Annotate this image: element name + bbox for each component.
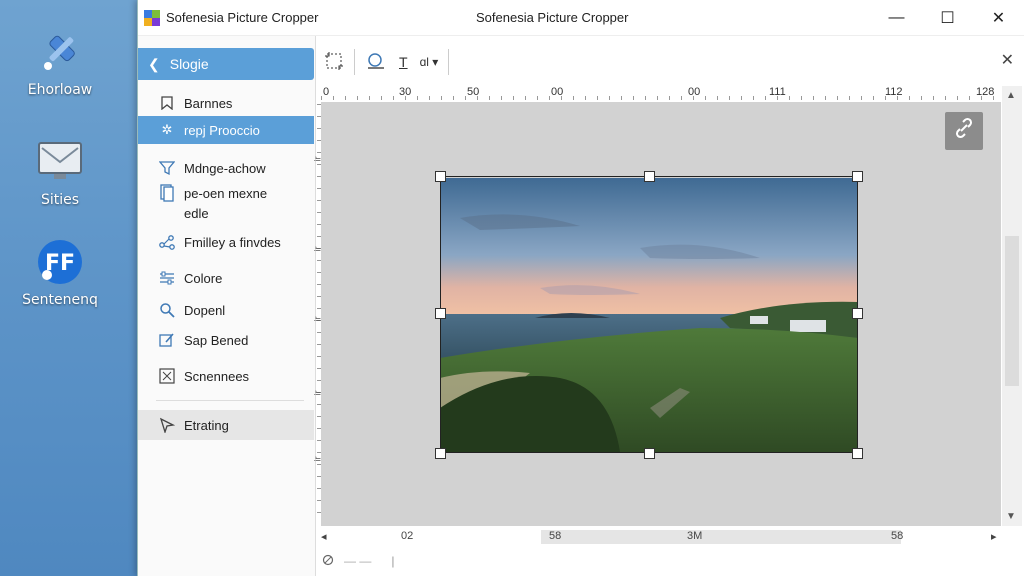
crop-handle-top-left[interactable] (435, 171, 446, 182)
ruler-tick: 58 (891, 530, 904, 542)
sidebar: ❮ Slogie Barnnes ✲ repj Prooccio Mdnge-a… (138, 36, 316, 576)
sidebar-item-repj-prooccio[interactable]: ✲ repj Prooccio (138, 116, 314, 144)
cursor-arrow-icon (156, 417, 178, 433)
chevron-left-icon: ❮ (148, 55, 160, 72)
sliders-icon (156, 270, 178, 286)
desktop-icon-sentenenq[interactable]: FF Sentenenq (18, 236, 102, 308)
scroll-left-icon[interactable]: ◂ (321, 530, 327, 543)
edit-icon (156, 332, 178, 348)
sidebar-item-label: Scnennees (184, 368, 250, 384)
toolbar: T ɑl ▾ ✕ (318, 36, 1024, 88)
toolbar-separator (354, 49, 355, 75)
desktop-icon-ehorloaw[interactable]: Ehorloaw (18, 26, 102, 98)
sidebar-item-sap-bened[interactable]: Sap Bened (138, 328, 314, 352)
rotate-tool-button[interactable]: ɑl ▾ (414, 47, 445, 77)
toolbar-separator (448, 49, 450, 75)
shape-tool-button[interactable] (359, 47, 393, 77)
settings-star-icon: ✲ (161, 122, 173, 137)
sidebar-item-barnnes[interactable]: Barnnes (138, 92, 314, 114)
sidebar-item-label-line2: edle (184, 206, 209, 221)
vertical-scrollbar[interactable]: ▲ ▼ (1002, 86, 1022, 526)
sidebar-item-etrating[interactable]: Etrating (138, 410, 314, 440)
text-tool-button[interactable]: T (393, 47, 414, 77)
share-icon (156, 234, 178, 250)
ruler-tick: 3M (687, 530, 703, 542)
sidebar-back-label: Slogie (169, 56, 209, 72)
ruler-top: 0 30 50 00 00 111 112 128 (321, 86, 1001, 100)
crop-handle-right[interactable] (852, 308, 863, 319)
sidebar-item-label: repj Prooccio (184, 122, 260, 138)
sidebar-item-label: Colore (184, 270, 223, 286)
sidebar-item-mdnge-achow[interactable]: Mdnge-achow (138, 156, 314, 180)
sidebar-item-pe-oen-mexne[interactable]: pe-oen mexne edle (138, 184, 314, 224)
app-icon (144, 9, 160, 26)
sidebar-item-label: Dopenl (184, 302, 226, 318)
sidebar-item-label: pe-oen mexne (184, 186, 268, 201)
crop-frame-icon (156, 368, 178, 384)
crop-handle-bottom-left[interactable] (435, 448, 446, 459)
sidebar-item-dopenl[interactable]: Dopenl (138, 298, 314, 322)
sidebar-item-label: Mdnge-achow (184, 160, 266, 176)
crop-tool-button[interactable] (318, 47, 350, 77)
ruler-tick: 02 (401, 530, 414, 542)
shape-tool-icon (365, 51, 387, 74)
magnifier-icon (156, 302, 178, 318)
sidebar-back-button[interactable]: ❮ Slogie (138, 48, 314, 80)
desktop-icon-sities[interactable]: Sities (18, 136, 102, 208)
document-icon (156, 184, 178, 202)
sidebar-item-colore[interactable]: Colore (138, 266, 314, 290)
ruler-tick: 58 (549, 530, 562, 542)
status-separator: | (391, 554, 395, 568)
window-controls: — ☐ ✕ (871, 0, 1024, 36)
app-name: Sofenesia Picture Cropper (166, 10, 319, 25)
tools-icon (34, 26, 86, 78)
sidebar-item-scnennees[interactable]: Scnennees (138, 364, 314, 388)
maximize-button[interactable]: ☐ (922, 0, 973, 36)
crop-handle-bottom[interactable] (644, 448, 655, 459)
crop-handle-left[interactable] (435, 308, 446, 319)
sidebar-item-label: Sap Bened (184, 332, 249, 348)
horizontal-scrollbar[interactable]: ◂ 02 58 3M 58 ▸ (321, 528, 1001, 546)
status-bar: — — | (318, 548, 1024, 574)
panel-close-button[interactable]: ✕ (1001, 50, 1014, 70)
settings-icon[interactable] (322, 554, 334, 569)
window-title: Sofenesia Picture Cropper (476, 10, 629, 25)
app-window: Sofenesia Picture Cropper Sofenesia Pict… (137, 0, 1024, 576)
scroll-right-icon[interactable]: ▸ (991, 530, 997, 543)
crop-handle-top-right[interactable] (852, 171, 863, 182)
sidebar-item-label: Barnnes (184, 95, 233, 111)
title-bar: Sofenesia Picture Cropper Sofenesia Pict… (138, 0, 1024, 36)
crop-tool-icon (324, 51, 344, 74)
bookmark-icon (156, 96, 178, 110)
app-logo-icon: FF (34, 236, 86, 288)
scroll-thumb-horizontal[interactable] (541, 530, 901, 544)
sidebar-item-fmilley[interactable]: Fmilley a finvdes (138, 230, 314, 254)
sidebar-item-label: Fmilley a finvdes (184, 234, 281, 250)
sidebar-footer-label: Etrating (184, 417, 229, 433)
scroll-thumb[interactable] (1005, 236, 1019, 386)
crop-handle-bottom-right[interactable] (852, 448, 863, 459)
crop-handle-top[interactable] (644, 171, 655, 182)
scroll-down-icon[interactable]: ▼ (1006, 511, 1016, 522)
scroll-up-icon[interactable]: ▲ (1006, 90, 1016, 101)
minimize-button[interactable]: — (871, 0, 922, 36)
monitor-icon (34, 136, 86, 188)
text-tool-icon: T (399, 54, 408, 70)
ruler-marks (321, 96, 1001, 100)
link-icon (953, 117, 975, 145)
filter-icon (156, 160, 178, 176)
sidebar-divider (156, 400, 304, 401)
status-dashes: — — (344, 554, 372, 568)
close-button[interactable]: ✕ (973, 0, 1024, 36)
rotate-tool-icon: ɑl ▾ (419, 55, 439, 69)
link-button[interactable] (945, 112, 983, 150)
crop-selection[interactable] (440, 176, 858, 453)
